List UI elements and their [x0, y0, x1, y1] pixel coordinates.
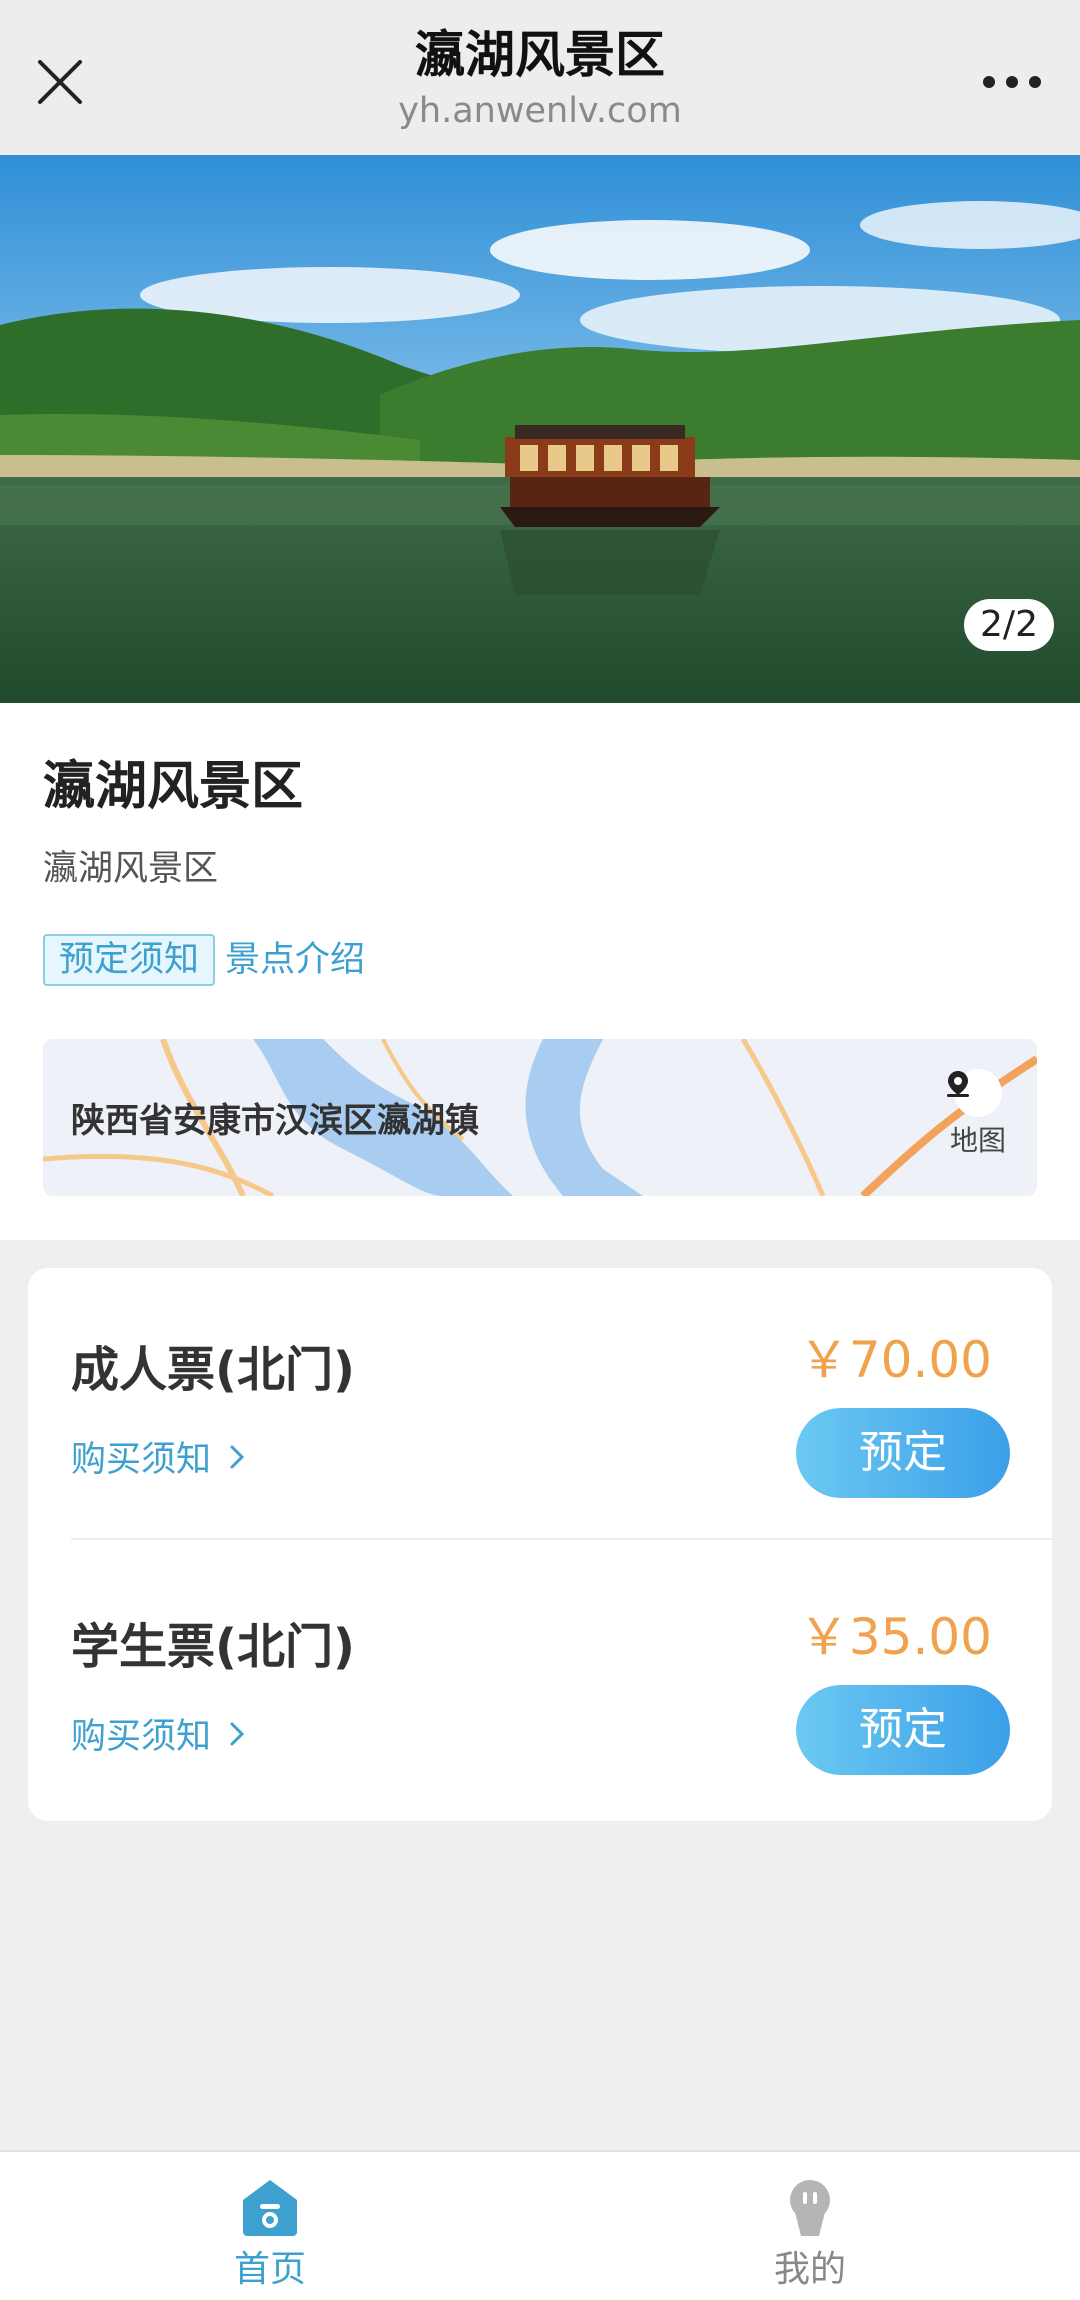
ticket-price: ￥70.00: [798, 1331, 992, 1389]
scenic-subtitle: 瀛湖风景区: [43, 849, 219, 889]
tab-booking-notice[interactable]: 预定须知: [43, 934, 216, 986]
ticket-list: 成人票(北门) 购买须知 ￥70.00 预定 学生票(北门) 购买须知 ￥35.…: [28, 1268, 1052, 1821]
map-label: 地图: [949, 1124, 1006, 1157]
nav-mine[interactable]: 我的: [710, 2174, 910, 2292]
more-button[interactable]: [972, 50, 1052, 114]
nav-mine-label: 我的: [773, 2249, 846, 2290]
nav-home[interactable]: 首页: [170, 2174, 370, 2292]
hero-carousel[interactable]: 2/2: [0, 155, 1080, 703]
profile-icon: [777, 2174, 843, 2240]
location-pin-icon: [947, 1069, 1002, 1117]
bottom-nav: 首页 我的: [0, 2150, 1080, 2300]
home-icon: [237, 2174, 303, 2240]
ticket-item: 学生票(北门) 购买须知 ￥35.00 预定: [28, 1545, 1052, 1821]
purchase-notice-link[interactable]: 购买须知: [71, 1431, 245, 1482]
map-open-button[interactable]: 地图: [943, 1069, 1013, 1159]
close-icon: [38, 60, 82, 104]
chevron-right-icon: [229, 1721, 245, 1747]
scenic-info: 瀛湖风景区 瀛湖风景区 预定须知 景点介绍 陕西省安康市汉滨区瀛湖镇 地图: [0, 703, 1080, 1240]
purchase-notice-label: 购买须知: [71, 1440, 212, 1480]
map-address: 陕西省安康市汉滨区瀛湖镇: [71, 1101, 479, 1141]
ticket-name: 成人票(北门): [71, 1342, 355, 1398]
top-bar: 瀛湖风景区 yh.anwenlv.com: [0, 0, 1080, 155]
page-url: yh.anwenlv.com: [398, 91, 682, 131]
carousel-counter: 2/2: [964, 599, 1054, 651]
info-tabs: 预定须知 景点介绍: [43, 934, 365, 986]
book-button[interactable]: 预定: [796, 1408, 1010, 1498]
purchase-notice-link[interactable]: 购买须知: [71, 1708, 245, 1759]
ticket-item: 成人票(北门) 购买须知 ￥70.00 预定: [28, 1268, 1052, 1544]
ticket-name: 学生票(北门): [71, 1619, 355, 1675]
more-dots-icon: [983, 76, 1041, 88]
title-block: 瀛湖风景区 yh.anwenlv.com: [240, 22, 840, 134]
chevron-right-icon: [229, 1444, 245, 1470]
divider: [71, 1538, 1052, 1540]
tab-attraction-intro[interactable]: 景点介绍: [225, 934, 365, 986]
close-button[interactable]: [28, 50, 92, 114]
scenic-title: 瀛湖风景区: [43, 757, 304, 817]
hero-image: [0, 155, 1080, 703]
page-title: 瀛湖风景区: [415, 26, 665, 84]
ticket-price: ￥35.00: [798, 1608, 992, 1666]
purchase-notice-label: 购买须知: [71, 1717, 212, 1757]
nav-home-label: 首页: [233, 2249, 306, 2290]
map-preview[interactable]: 陕西省安康市汉滨区瀛湖镇 地图: [43, 1039, 1037, 1196]
book-button[interactable]: 预定: [796, 1685, 1010, 1775]
